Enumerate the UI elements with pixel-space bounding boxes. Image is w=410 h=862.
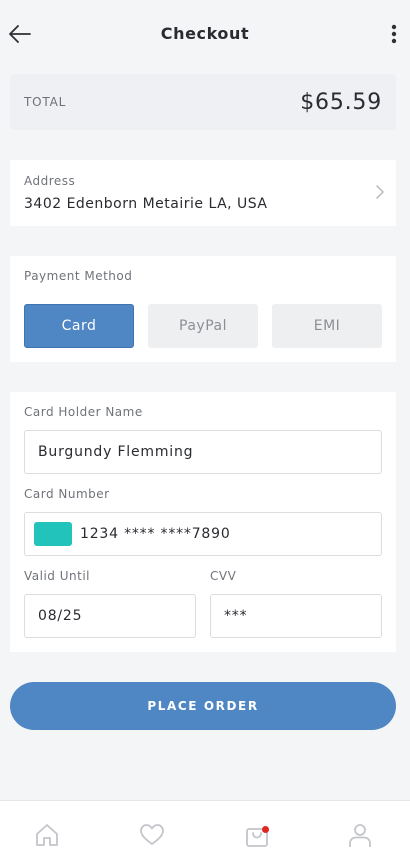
valid-until-value: 08/25	[38, 608, 83, 624]
card-chip-icon	[34, 522, 72, 546]
card-holder-value: Burgundy Flemming	[38, 444, 194, 460]
nav-profile[interactable]	[346, 821, 374, 849]
valid-until-input[interactable]: 08/25	[24, 594, 196, 638]
home-icon[interactable]	[34, 822, 60, 848]
address-value: 3402 Edenborn Metairie LA, USA	[24, 196, 268, 212]
cvv-value: ***	[224, 608, 248, 624]
chevron-right-icon	[376, 185, 384, 199]
nav-favorites[interactable]	[138, 821, 166, 849]
card-number-label: Card Number	[24, 487, 110, 501]
user-icon[interactable]	[347, 822, 373, 848]
card-holder-label: Card Holder Name	[24, 405, 143, 419]
card-holder-input[interactable]: Burgundy Flemming	[24, 430, 382, 474]
cvv-input[interactable]: ***	[210, 594, 382, 638]
more-vertical-icon[interactable]	[391, 24, 397, 44]
address-selector[interactable]: Address 3402 Edenborn Metairie LA, USA	[10, 160, 396, 226]
heart-icon[interactable]	[139, 822, 165, 848]
payment-paypal-button[interactable]: PayPal	[148, 304, 258, 348]
payment-method-section: Payment Method Card PayPal EMI	[10, 256, 396, 362]
valid-until-label: Valid Until	[24, 569, 90, 583]
payment-card-button[interactable]: Card	[24, 304, 134, 348]
arrow-left-icon[interactable]	[9, 25, 31, 43]
place-order-button[interactable]: PLACE ORDER	[10, 682, 396, 730]
order-total: TOTAL $65.59	[10, 74, 396, 130]
payment-emi-button[interactable]: EMI	[272, 304, 382, 348]
card-details-form: Card Holder Name Burgundy Flemming Card …	[10, 392, 396, 652]
total-amount: $65.59	[300, 89, 382, 115]
card-number-input[interactable]: 1234 **** ****7890	[24, 512, 382, 556]
card-number-value: 1234 **** ****7890	[80, 526, 231, 542]
back-button[interactable]	[6, 20, 34, 48]
nav-cart[interactable]	[243, 821, 271, 849]
app-header: Checkout	[0, 0, 410, 68]
bottom-navigation	[0, 800, 410, 862]
payment-method-label: Payment Method	[24, 269, 133, 283]
nav-home[interactable]	[33, 821, 61, 849]
cart-badge	[262, 826, 269, 833]
total-label: TOTAL	[24, 95, 67, 109]
more-options-button[interactable]	[384, 20, 404, 48]
page-title: Checkout	[160, 23, 250, 43]
address-label: Address	[24, 174, 76, 188]
cvv-label: CVV	[210, 569, 237, 583]
